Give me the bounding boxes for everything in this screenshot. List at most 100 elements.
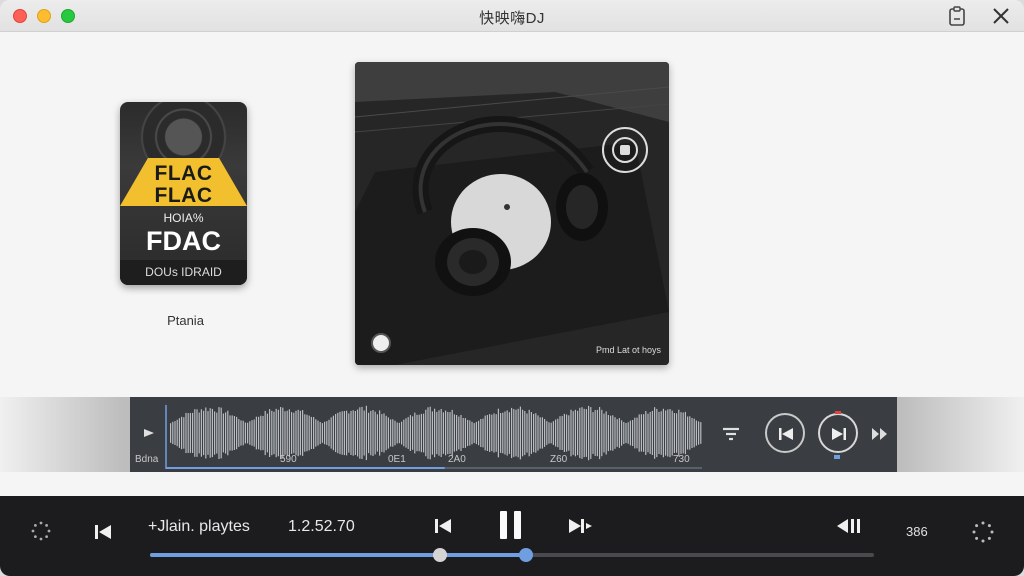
- waveform-bar: [317, 420, 319, 446]
- waveform-tick-label: 730: [673, 454, 690, 465]
- close-icon[interactable]: [991, 6, 1011, 26]
- waveform-bar: [645, 411, 647, 455]
- waveform-bar: [522, 409, 524, 457]
- wifi-icon[interactable]: [721, 425, 741, 443]
- waveform-bar: [376, 414, 378, 452]
- waveform-bar: [572, 411, 574, 455]
- fast-forward-icon[interactable]: [871, 427, 889, 441]
- waveform-bar: [363, 410, 365, 456]
- waveform-bar: [636, 417, 638, 449]
- waveform-bar: [544, 419, 546, 447]
- pause-icon[interactable]: [498, 510, 524, 540]
- next-track-icon[interactable]: [568, 517, 594, 535]
- waveform-bar: [220, 407, 222, 459]
- format-footer: DOUs IDRAID: [120, 260, 247, 285]
- loading-spinner-icon[interactable]: [31, 521, 51, 541]
- skip-back-icon[interactable]: [94, 523, 112, 541]
- waveform-bar: [464, 418, 466, 448]
- settings-spinner-icon[interactable]: [972, 521, 994, 543]
- next-button[interactable]: [818, 413, 858, 453]
- waveform-bar: [176, 419, 178, 447]
- volume-icon[interactable]: [836, 517, 862, 535]
- waveform-bar: [491, 414, 493, 452]
- waveform-bar: [425, 409, 427, 457]
- waveform-bar: [189, 413, 191, 453]
- waveform-bar: [218, 407, 220, 459]
- waveform-bar: [550, 422, 552, 444]
- waveform-bar: [361, 406, 363, 459]
- waveform-bar: [493, 413, 495, 453]
- title-bar: 快映嗨DJ: [0, 0, 1024, 32]
- waveform-bar: [577, 410, 579, 456]
- player-bar: +Jlain. playtes 1.2.52.70 386: [0, 496, 1024, 576]
- waveform-bars: [170, 405, 702, 461]
- waveform-bar: [288, 409, 290, 457]
- waveform-bar: [319, 422, 321, 445]
- previous-track-icon[interactable]: [434, 517, 452, 535]
- play-marker-icon: [144, 429, 154, 437]
- waveform-bar: [500, 413, 502, 453]
- waveform-bar: [330, 417, 332, 449]
- album-caption: Pmd Lat ot hoys: [595, 345, 661, 355]
- format-line-4: FDAC: [146, 226, 221, 256]
- waveform-bar: [225, 412, 227, 454]
- waveform-bar: [616, 419, 618, 447]
- waveform-bar: [482, 418, 484, 448]
- waveform-bar: [337, 412, 339, 454]
- waveform-bar: [508, 412, 510, 454]
- waveform-bar: [352, 410, 354, 456]
- seal-icon: [602, 127, 648, 173]
- waveform-bar: [258, 416, 260, 450]
- waveform-bar: [495, 414, 497, 452]
- waveform-bar: [629, 420, 631, 446]
- waveform-bar: [247, 422, 249, 444]
- waveform-bar: [170, 423, 172, 443]
- format-card[interactable]: FLAC FLAC HOIA% FDAC DOUs IDRAID: [120, 102, 247, 285]
- waveform-bar: [656, 408, 658, 458]
- buffer-handle[interactable]: [519, 548, 534, 562]
- waveform-bar: [178, 418, 180, 448]
- waveform-bar: [610, 415, 612, 451]
- waveform-bar: [649, 412, 651, 454]
- camera-icon[interactable]: [371, 333, 391, 353]
- clipboard-icon[interactable]: [947, 6, 967, 26]
- waveform-bar: [640, 414, 642, 452]
- waveform-bar: [390, 419, 392, 447]
- waveform-bar: [447, 412, 449, 455]
- waveform-bar: [682, 412, 684, 454]
- waveform-bar: [275, 408, 277, 458]
- waveform-bar: [387, 417, 389, 449]
- album-artwork[interactable]: Pmd Lat ot hoys: [355, 62, 669, 365]
- waveform-bar: [612, 415, 614, 451]
- waveform-bar: [442, 412, 444, 454]
- seek-handle[interactable]: [432, 548, 447, 562]
- waveform-bar: [588, 405, 590, 461]
- previous-button[interactable]: [765, 413, 805, 453]
- seek-bar[interactable]: [150, 548, 874, 562]
- waveform-bar: [394, 420, 396, 446]
- waveform-bar: [216, 412, 218, 454]
- waveform-bar: [555, 419, 557, 447]
- waveform-bar: [695, 420, 697, 446]
- waveform-bar: [183, 417, 185, 449]
- waveform-bar: [200, 409, 202, 457]
- waveform-bar: [304, 414, 306, 452]
- waveform-bar: [211, 408, 213, 458]
- waveform-bar: [205, 407, 207, 459]
- waveform-bar: [341, 411, 343, 455]
- waveform-bar: [625, 423, 627, 444]
- waveform-bar: [647, 413, 649, 453]
- waveform-bar: [332, 415, 334, 451]
- waveform-bar: [374, 411, 376, 455]
- waveform-bar: [684, 411, 686, 455]
- waveform-bar: [528, 409, 530, 457]
- waveform-bar: [227, 410, 229, 456]
- format-card-label: Ptania: [167, 313, 204, 328]
- waveform-bar: [643, 414, 645, 452]
- waveform-bar: [370, 410, 372, 456]
- waveform-bar: [427, 407, 429, 459]
- waveform-bar: [599, 407, 601, 460]
- waveform-bar: [359, 407, 361, 459]
- waveform-bar: [552, 421, 554, 445]
- record-indicator: [835, 411, 841, 414]
